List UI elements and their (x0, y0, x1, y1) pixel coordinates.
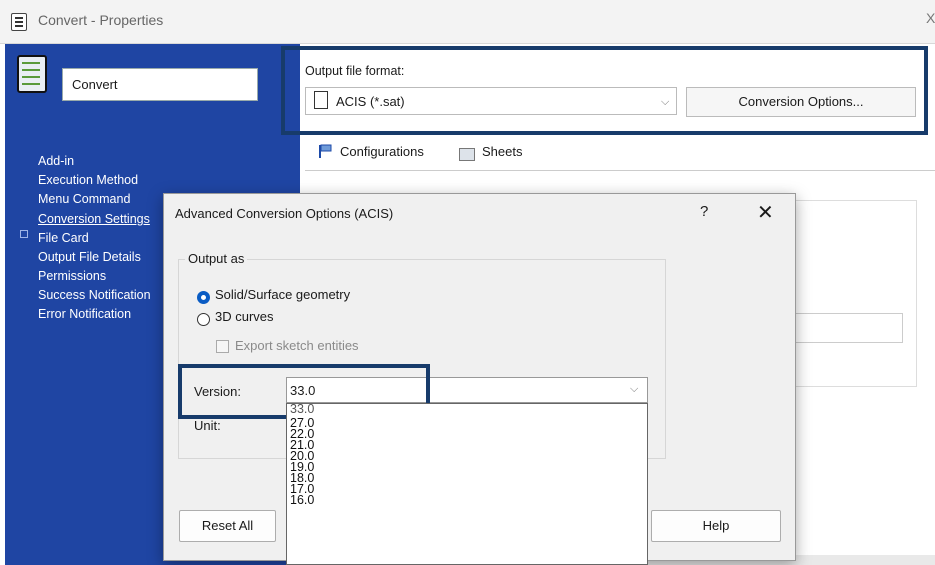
tab-sheets[interactable]: Sheets (458, 144, 522, 159)
sidebar-item-file-card[interactable]: File Card (38, 231, 164, 245)
radio-solid-surface-label[interactable]: Solid/Surface geometry (215, 287, 350, 302)
version-option[interactable]: 20.0 (287, 450, 647, 463)
background-field (795, 313, 903, 343)
version-option[interactable]: 19.0 (287, 461, 647, 474)
reset-all-button[interactable]: Reset All (179, 510, 276, 542)
version-option[interactable]: 16.0 (287, 494, 647, 507)
dialog-title: Advanced Conversion Options (ACIS) (175, 206, 394, 221)
version-option[interactable]: 17.0 (287, 483, 647, 496)
tab-configurations[interactable]: Configurations (318, 144, 424, 159)
close-icon[interactable]: ✕ (757, 200, 774, 225)
help-icon[interactable]: ? (700, 203, 708, 220)
task-config-icon (17, 55, 47, 93)
sidebar-item-conversion-settings[interactable]: Conversion Settings (38, 212, 164, 226)
version-option[interactable]: 18.0 (287, 472, 647, 485)
help-button[interactable]: Help (651, 510, 781, 542)
output-format-highlight (281, 46, 928, 135)
sidebar-item-permissions[interactable]: Permissions (38, 269, 164, 283)
config-name-field[interactable]: Convert (62, 68, 258, 101)
output-as-label: Output as (185, 251, 248, 266)
background-groupbox (780, 200, 917, 387)
sidebar-item-success-notification[interactable]: Success Notification (38, 288, 164, 302)
export-sketch-checkbox[interactable] (216, 340, 229, 353)
radio-3d-curves-label[interactable]: 3D curves (215, 309, 274, 324)
window-title: Convert - Properties (38, 12, 164, 28)
version-option[interactable]: 21.0 (287, 439, 647, 452)
version-option[interactable]: 27.0 (287, 417, 647, 430)
version-option[interactable]: 22.0 (287, 428, 647, 441)
radio-solid-surface[interactable] (197, 291, 210, 304)
sidebar-item-add-in[interactable]: Add-in (38, 154, 164, 168)
sidebar-item-error-notification[interactable]: Error Notification (38, 307, 164, 321)
unit-label: Unit: (194, 418, 221, 433)
version-dropdown-list[interactable]: 33.0 27.0 22.0 21.0 20.0 19.0 18.0 17.0 … (286, 403, 648, 565)
radio-3d-curves[interactable] (197, 313, 210, 326)
tree-expander-icon[interactable] (20, 230, 28, 238)
sidebar-item-output-file-details[interactable]: Output File Details (38, 250, 164, 264)
sidebar-item-execution-method[interactable]: Execution Method (38, 173, 164, 187)
version-chevron-down-icon[interactable]: ⌵ (630, 383, 638, 396)
export-sketch-label: Export sketch entities (235, 338, 359, 353)
window-close-button[interactable]: X (926, 10, 935, 26)
sidebar-item-menu-command[interactable]: Menu Command (38, 192, 164, 206)
version-option[interactable]: 33.0 (287, 404, 647, 415)
app-icon (11, 13, 27, 31)
